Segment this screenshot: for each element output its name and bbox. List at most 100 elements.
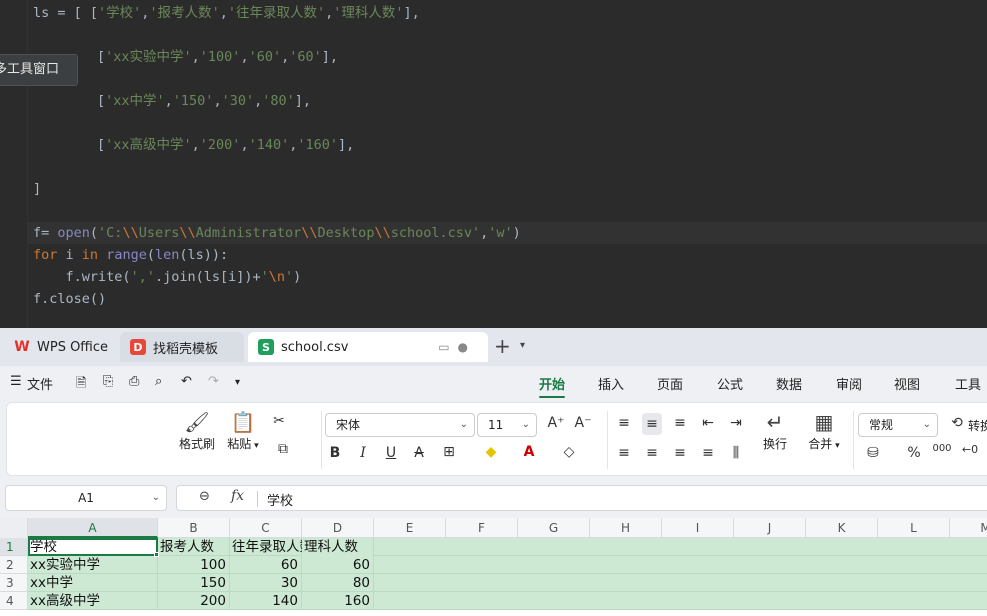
thousands-separator-button[interactable]: 000 (932, 443, 952, 454)
cell-d4[interactable]: 160 (302, 592, 374, 610)
code-line-6[interactable]: f= open('C:\\Users\\Administrator\\Deskt… (28, 222, 987, 244)
font-size-select[interactable]: 11 ⌄ (477, 413, 537, 437)
cell-c2[interactable]: 60 (230, 556, 302, 574)
copy-icon[interactable]: ⧉ (273, 441, 293, 457)
column-header-l[interactable]: L (878, 518, 950, 538)
cell-b3[interactable]: 150 (158, 574, 230, 592)
save-icon[interactable]: 🗎 (76, 374, 86, 396)
percent-button[interactable]: % (904, 445, 924, 461)
indent-increase-icon[interactable]: ⇥ (726, 415, 746, 431)
align-middle-icon[interactable]: ≡ (642, 413, 662, 435)
code-line-8[interactable]: f.write(','.join(ls[i])+'\n') (33, 266, 302, 288)
column-header-f[interactable]: F (446, 518, 518, 538)
distribute-icon[interactable]: ⫼ (726, 445, 746, 461)
cell-d2[interactable]: 60 (302, 556, 374, 574)
chevron-down-icon[interactable]: ▾ (520, 340, 525, 351)
border-icon[interactable]: ⊞ (439, 444, 459, 460)
cell-c4[interactable]: 140 (230, 592, 302, 610)
cell-b1[interactable]: 报考人数 (158, 538, 230, 556)
decimal-increase-icon[interactable]: ←0 (960, 443, 980, 456)
menu-file[interactable]: 文件 (27, 374, 53, 393)
code-line-4[interactable]: ['xx高级中学','200','140','160'], (97, 134, 354, 156)
font-name-select[interactable]: 宋体 ⌄ (325, 413, 475, 437)
cell-a3[interactable]: xx中学 (28, 574, 158, 592)
fill-color-icon[interactable]: ◆ (481, 444, 501, 460)
align-left-icon[interactable]: ≡ (614, 445, 634, 461)
paste-button[interactable]: 📋 粘贴 ▾ (223, 409, 263, 452)
currency-icon[interactable]: ⛁ (863, 445, 883, 461)
indent-decrease-icon[interactable]: ⇤ (698, 415, 718, 431)
column-header-m[interactable]: M (950, 518, 987, 538)
number-format-select[interactable]: 常规 ⌄ (858, 413, 938, 437)
bold-button[interactable]: B (325, 445, 345, 461)
cell-a2[interactable]: xx实验中学 (28, 556, 158, 574)
print-preview-icon[interactable]: ⌕ (155, 374, 162, 389)
code-line-7[interactable]: for i in range(len(ls)): (33, 244, 228, 266)
print-icon[interactable]: ⎙ (129, 374, 139, 389)
tab-wps-office[interactable]: W WPS Office (4, 332, 122, 362)
cell-b4[interactable]: 200 (158, 592, 230, 610)
code-line-3[interactable]: ['xx中学','150','30','80'], (97, 90, 311, 112)
row-header-3[interactable]: 3 (0, 574, 28, 592)
align-bottom-icon[interactable]: ≡ (670, 415, 690, 431)
column-header-g[interactable]: G (518, 518, 590, 538)
menu-tab-formula[interactable]: 公式 (717, 374, 743, 393)
cut-icon[interactable]: ✂ (269, 413, 289, 429)
cell-c1[interactable]: 往年录取人数 (230, 538, 313, 556)
menu-tab-view[interactable]: 视图 (894, 374, 920, 393)
row-header-1[interactable]: 1 (0, 538, 28, 556)
cell-d1[interactable]: 理科人数 (302, 538, 374, 556)
menu-tab-data[interactable]: 数据 (776, 374, 802, 393)
zoom-icon[interactable]: ⊖ (199, 489, 210, 504)
cell-b2[interactable]: 100 (158, 556, 230, 574)
column-header-c[interactable]: C (230, 518, 302, 538)
cell-a1[interactable]: 学校 (28, 538, 158, 556)
row-header-2[interactable]: 2 (0, 556, 28, 574)
formula-input[interactable]: ⊖ fx 学校 (176, 485, 987, 511)
tab-window-controls[interactable]: ▭● (438, 340, 476, 354)
underline-button[interactable]: U (381, 445, 401, 461)
export-pdf-icon[interactable]: ⎘ (103, 374, 113, 389)
font-color-icon[interactable]: A (519, 444, 539, 460)
align-justify-icon[interactable]: ≡ (698, 445, 718, 461)
row-header-4[interactable]: 4 (0, 592, 28, 610)
clear-format-icon[interactable]: ◇ (559, 444, 579, 460)
undo-icon[interactable]: ↶ (181, 374, 192, 389)
merge-cells-button[interactable]: ▦ 合并 ▾ (801, 409, 847, 452)
strikethrough-button[interactable]: A (409, 445, 429, 461)
menu-hamburger-icon[interactable]: ☰ (10, 374, 22, 389)
column-header-b[interactable]: B (158, 518, 230, 538)
tab-docer-templates[interactable]: D 找稻壳模板 (120, 332, 244, 362)
cell-c3[interactable]: 30 (230, 574, 302, 592)
convert-icon[interactable]: ⟲ (947, 415, 967, 431)
code-line-5[interactable]: ] (33, 178, 41, 200)
insert-function-icon[interactable]: fx (231, 488, 244, 504)
column-header-e[interactable]: E (374, 518, 446, 538)
menu-tab-tools[interactable]: 工具 (955, 374, 981, 393)
redo-icon[interactable]: ↷ (208, 374, 219, 389)
tab-school-csv[interactable]: S school.csv ▭● (248, 332, 488, 362)
wrap-text-button[interactable]: ↵ 换行 (757, 409, 793, 452)
column-header-k[interactable]: K (806, 518, 878, 538)
column-header-h[interactable]: H (590, 518, 662, 538)
font-shrink-icon[interactable]: A⁻ (573, 415, 593, 431)
format-painter-button[interactable]: 🖌 格式刷 (177, 409, 217, 452)
column-header-i[interactable]: I (662, 518, 734, 538)
convert-button[interactable]: 转换 (968, 417, 987, 434)
new-tab-icon[interactable]: + (494, 336, 511, 356)
menu-tab-review[interactable]: 审阅 (836, 374, 862, 393)
cell-d3[interactable]: 80 (302, 574, 374, 592)
menu-tab-home[interactable]: 开始 (539, 374, 565, 393)
fill-handle[interactable] (154, 552, 159, 557)
italic-button[interactable]: I (353, 445, 373, 461)
name-box[interactable]: A1 ⌄ (5, 485, 167, 511)
align-top-icon[interactable]: ≡ (614, 415, 634, 431)
select-all-corner[interactable] (0, 518, 28, 538)
align-center-icon[interactable]: ≡ (642, 445, 662, 461)
menu-tab-insert[interactable]: 插入 (598, 374, 624, 393)
code-line-9[interactable]: f.close() (33, 288, 106, 310)
column-header-j[interactable]: J (734, 518, 806, 538)
menu-tab-page[interactable]: 页面 (657, 374, 683, 393)
font-grow-icon[interactable]: A⁺ (546, 415, 566, 431)
column-header-d[interactable]: D (302, 518, 374, 538)
